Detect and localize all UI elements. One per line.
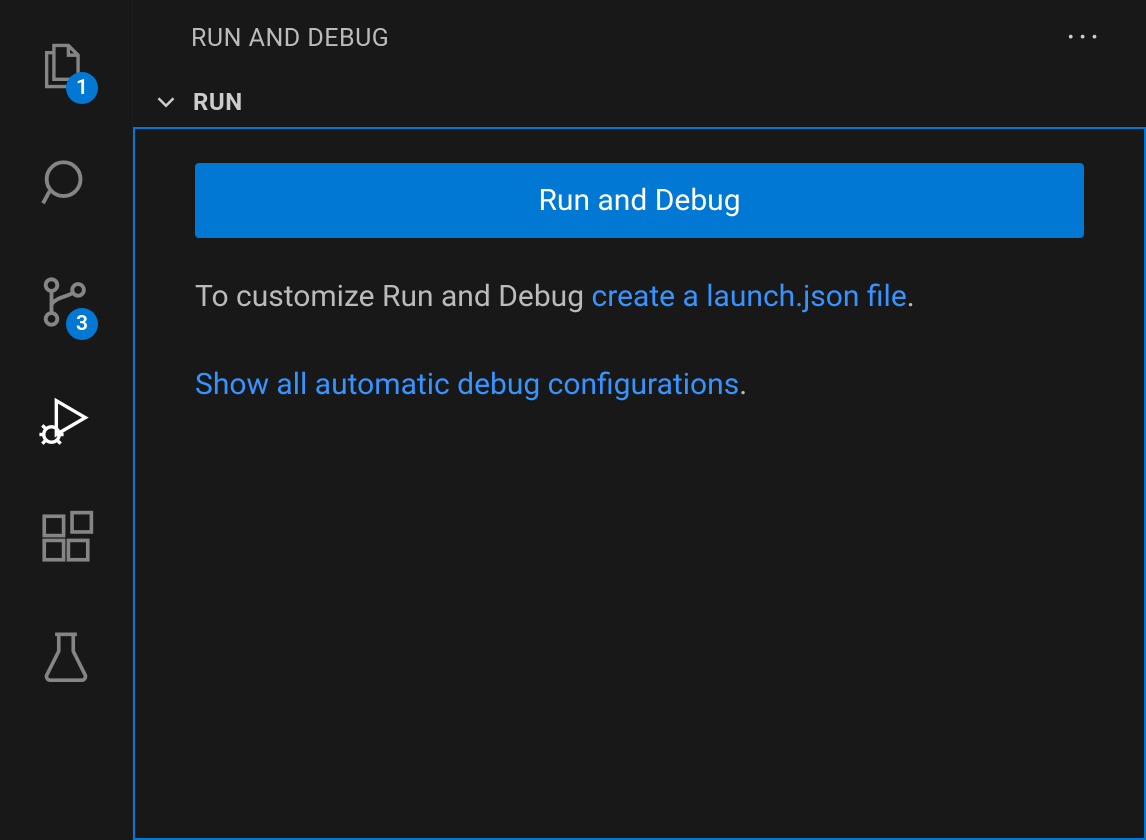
activity-search[interactable] (16, 136, 116, 236)
section-title: RUN (193, 88, 243, 116)
customize-text-suffix: . (907, 279, 915, 314)
chevron-down-icon (151, 87, 181, 117)
customize-description: To customize Run and Debug create a laun… (195, 272, 1084, 322)
activity-testing[interactable] (16, 608, 116, 708)
show-all-suffix: . (739, 367, 747, 402)
activity-source-control[interactable]: 3 (16, 254, 116, 354)
activity-explorer[interactable]: 1 (16, 18, 116, 118)
extensions-icon (37, 509, 95, 571)
sidebar-header: RUN AND DEBUG ··· (133, 0, 1146, 77)
create-launch-json-link[interactable]: create a launch.json file (592, 279, 907, 314)
run-section-header[interactable]: RUN (133, 77, 1146, 127)
show-all-configs-link[interactable]: Show all automatic debug configurations (195, 367, 739, 402)
beaker-icon (37, 627, 95, 689)
customize-text-prefix: To customize Run and Debug (195, 279, 592, 314)
run-debug-sidebar: RUN AND DEBUG ··· RUN Run and Debug To c… (132, 0, 1146, 840)
activity-bar: 1 3 (0, 0, 132, 840)
scm-badge: 3 (66, 308, 98, 340)
activity-run-debug[interactable] (16, 372, 116, 472)
activity-extensions[interactable] (16, 490, 116, 590)
run-and-debug-button[interactable]: Run and Debug (195, 163, 1084, 238)
more-actions-button[interactable]: ··· (1054, 26, 1114, 51)
ellipsis-icon: ··· (1066, 18, 1102, 58)
search-icon (37, 155, 95, 217)
debug-icon (37, 391, 95, 453)
run-section-content: Run and Debug To customize Run and Debug… (133, 127, 1146, 840)
show-all-description: Show all automatic debug configurations. (195, 362, 1084, 407)
explorer-badge: 1 (66, 72, 98, 104)
sidebar-title: RUN AND DEBUG (191, 24, 389, 53)
